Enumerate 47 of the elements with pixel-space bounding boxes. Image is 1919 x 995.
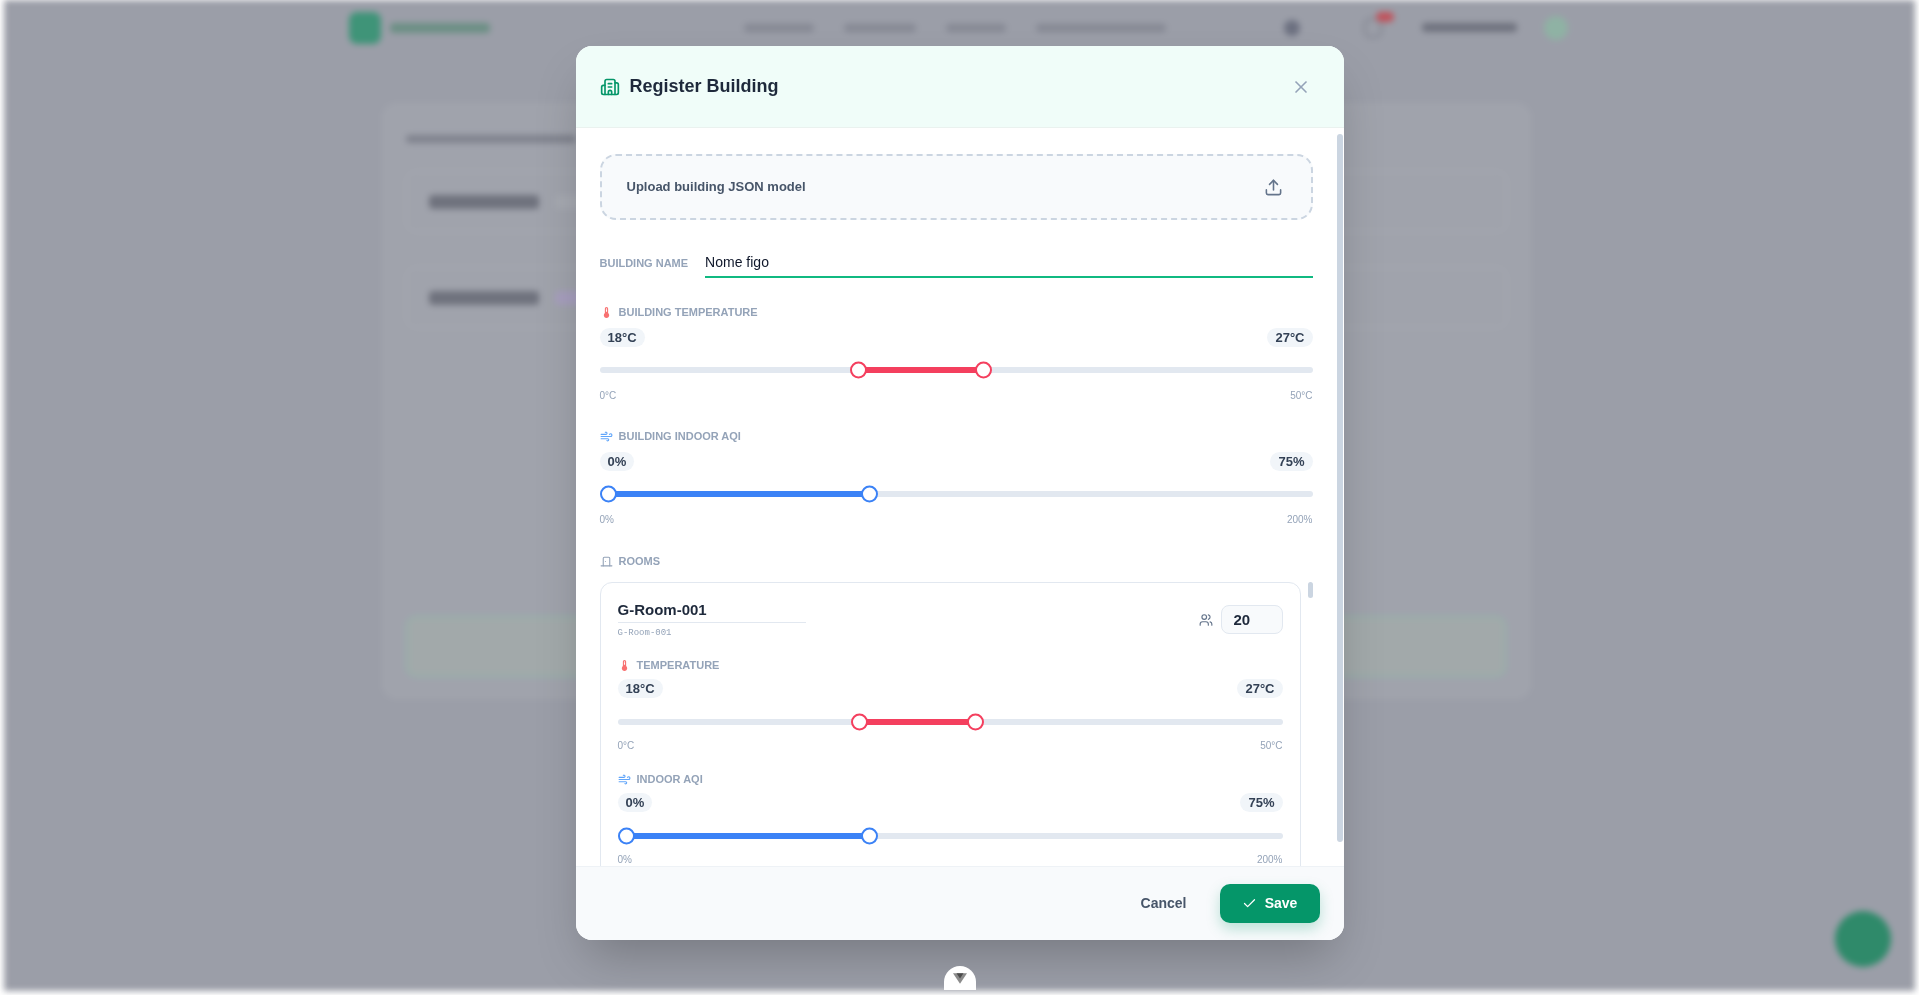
people-icon <box>1198 612 1213 627</box>
value-pill: 0% <box>599 452 635 471</box>
scale-max-label: 50°C <box>1260 740 1283 752</box>
slider-thumb[interactable] <box>975 361 993 379</box>
slider-thumb[interactable] <box>850 361 868 379</box>
slider-label: BUILDING INDOOR AQI <box>618 429 741 444</box>
wind-icon <box>599 429 613 443</box>
scale-max-label: 200% <box>1286 513 1313 527</box>
scale-min-label: 0°C <box>617 740 635 752</box>
slider-label: INDOOR AQI <box>636 772 703 787</box>
capacity-input[interactable]: 20 <box>1220 605 1283 634</box>
room-name-input[interactable]: G-Room-001 <box>617 597 806 623</box>
value-pill: 75% <box>1270 452 1313 471</box>
value-pill: 27°C <box>1237 679 1283 698</box>
scrollbar-thumb[interactable] <box>1336 134 1343 842</box>
value-pill: 18°C <box>617 679 663 698</box>
scale-min-label: 0% <box>599 513 614 527</box>
slider-thumb[interactable] <box>860 827 878 845</box>
scrollbar-thumb[interactable] <box>1307 582 1313 598</box>
scale-max-label: 200% <box>1256 854 1283 866</box>
building-name-input[interactable]: Nome figo <box>705 248 1313 278</box>
room-code-label: G-Room-001 <box>617 627 673 639</box>
slider-label: TEMPERATURE <box>636 658 720 673</box>
field-label: BUILDING NAME <box>599 255 689 271</box>
upload-dropzone[interactable]: Upload building JSON model <box>599 154 1313 220</box>
dialog-title: Register Building <box>629 75 779 98</box>
save-button[interactable]: Save <box>1219 884 1320 923</box>
scale-min-label: 0% <box>617 854 632 866</box>
scale-min-label: 0°C <box>599 389 617 403</box>
slider-thumb[interactable] <box>850 713 868 731</box>
cancel-button[interactable]: Cancel <box>1132 885 1195 922</box>
wind-icon <box>617 772 631 786</box>
value-pill: 0% <box>617 793 653 812</box>
value-pill: 18°C <box>599 328 645 347</box>
down-triangle-icon <box>953 972 967 984</box>
slider-label: BUILDING TEMPERATURE <box>618 305 758 320</box>
value-pill: 27°C <box>1267 328 1313 347</box>
building-icon <box>599 76 620 97</box>
slider-thumb[interactable] <box>617 827 635 845</box>
value-pill: 75% <box>1240 793 1283 812</box>
scale-max-label: 50°C <box>1290 389 1313 403</box>
section-label: ROOMS <box>618 554 661 569</box>
slider-thumb[interactable] <box>967 713 985 731</box>
slider-thumb[interactable] <box>599 485 617 503</box>
upload-icon <box>1263 177 1283 197</box>
slider-thumb[interactable] <box>860 485 878 503</box>
door-icon <box>599 554 613 568</box>
